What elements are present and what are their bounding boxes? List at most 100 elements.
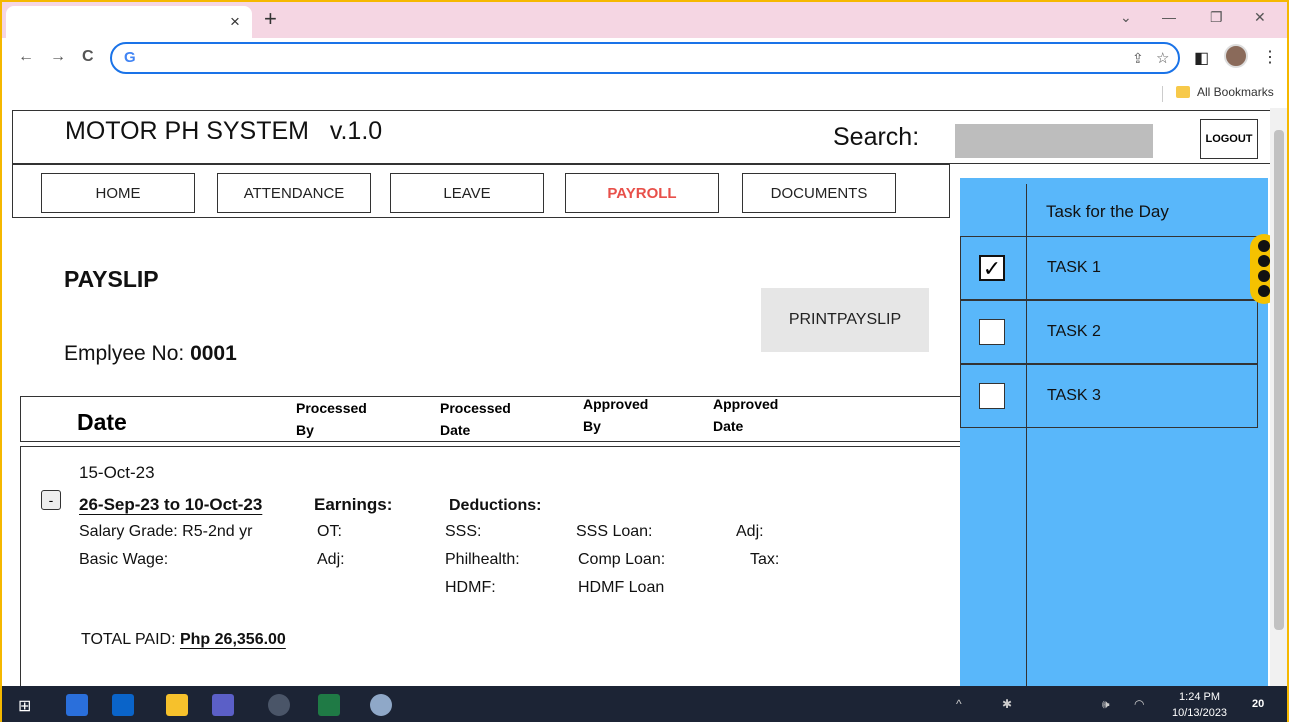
task-row[interactable]: TASK 3	[960, 364, 1258, 428]
earnings-adj-label: Adj:	[317, 551, 345, 568]
nav-home-button[interactable]: HOME	[41, 173, 195, 213]
teams-icon[interactable]	[212, 694, 234, 716]
payslip-table-header: Date Processed By Processed Date Approve…	[20, 396, 962, 442]
employee-value: 0001	[190, 342, 237, 365]
philhealth-label: Philhealth:	[445, 551, 520, 568]
task-panel: Task for the Day ✓ TASK 1 TASK 2 TASK 3	[960, 178, 1268, 686]
browser-tab[interactable]: ×	[6, 6, 252, 38]
sticky-notes-icon[interactable]	[166, 694, 188, 716]
entry-date: 15-Oct-23	[79, 463, 155, 482]
tab-search-icon[interactable]: ⌄	[1120, 9, 1132, 26]
search-input[interactable]	[955, 124, 1153, 158]
windows-start-icon[interactable]: ⊞	[18, 696, 31, 716]
close-window-icon[interactable]: ✕	[1254, 9, 1266, 26]
forward-icon[interactable]: →	[50, 48, 66, 66]
chrome-icon[interactable]	[268, 694, 290, 716]
task-label: TASK 3	[1047, 387, 1101, 404]
share-icon[interactable]: ⇪	[1132, 50, 1144, 67]
hdmf-loan-label: HDMF Loan	[578, 579, 665, 596]
print-payslip-button[interactable]: PRINT PAYSLIP	[761, 288, 929, 352]
total-paid-label: TOTAL PAID:	[81, 631, 180, 648]
new-tab-icon[interactable]: +	[264, 8, 277, 30]
taskbar: ⊞ ^ ✱ 🕪 ◠ 1:24 PM 10/13/2023 20	[2, 686, 1287, 722]
restore-icon[interactable]: ❐	[1210, 9, 1223, 26]
folder-icon	[1176, 86, 1190, 98]
scrollbar-thumb[interactable]	[1274, 130, 1284, 630]
sss-loan-label: SSS Loan:	[576, 523, 653, 540]
clock-date: 10/13/2023	[1172, 707, 1228, 719]
file-explorer-icon[interactable]	[66, 694, 88, 716]
column-processed-date: Processed Date	[440, 397, 511, 441]
task-checkbox[interactable]	[979, 383, 1005, 409]
task-row[interactable]: ✓ TASK 1	[960, 236, 1258, 300]
volume-icon[interactable]: 🕪	[1102, 697, 1110, 712]
search-label: Search:	[833, 123, 920, 151]
paint-icon[interactable]	[370, 694, 392, 716]
nav-leave-button[interactable]: LEAVE	[390, 173, 544, 213]
address-bar[interactable]: G ⇪ ☆	[110, 42, 1180, 74]
outlook-icon[interactable]	[112, 694, 134, 716]
nav-documents-button[interactable]: DOCUMENTS	[742, 173, 896, 213]
google-icon: G	[124, 49, 136, 66]
collapse-button[interactable]: -	[41, 490, 61, 510]
employee-number: Emplyee No: 0001	[64, 342, 237, 366]
app-header: MOTOR PH SYSTEM v.1.0 Search: LOGOUT	[12, 110, 1278, 164]
column-label: Processed	[296, 400, 367, 416]
pay-period: 26-Sep-23 to 10-Oct-23	[79, 495, 263, 514]
all-bookmarks-link[interactable]: All Bookmarks	[1197, 85, 1274, 99]
dot	[1258, 240, 1270, 252]
system-clock[interactable]: 1:24 PM 10/13/2023	[1172, 689, 1227, 721]
browser-window: × + ⌄ — ❐ ✕ ← → C G ⇪ ☆ ◧ ⋮ All Bookmark…	[0, 0, 1289, 722]
total-paid-value: Php 26,356.00	[179, 631, 286, 648]
column-label: Processed	[440, 400, 511, 416]
notification-badge[interactable]: 20	[1252, 698, 1264, 710]
deductions-label: Deductions:	[449, 497, 542, 514]
column-processed-by: Processed By	[296, 397, 367, 441]
print-label-2: PAYSLIP	[836, 311, 902, 328]
dot	[1258, 285, 1270, 297]
basic-wage-label: Basic Wage:	[79, 551, 169, 568]
column-approved-by: Approved By	[583, 393, 648, 437]
task-panel-title: Task for the Day	[1046, 202, 1169, 221]
nav-payroll-button[interactable]: PAYROLL	[565, 173, 719, 213]
minimize-icon[interactable]: —	[1162, 9, 1176, 25]
tab-close-icon[interactable]: ×	[230, 12, 240, 32]
app-title: MOTOR PH SYSTEM v.1.0	[65, 117, 383, 145]
column-label: Approved	[583, 396, 649, 412]
task-row[interactable]: TASK 2	[960, 300, 1258, 364]
profile-avatar[interactable]	[1224, 44, 1248, 68]
bluetooth-icon[interactable]: ✱	[1002, 697, 1012, 711]
dot	[1258, 255, 1270, 267]
page-scrollbar[interactable]	[1270, 108, 1287, 686]
excel-icon[interactable]	[318, 694, 340, 716]
payslip-entry: 15-Oct-23 - 26-Sep-23 to 10-Oct-23 Salar…	[20, 446, 962, 686]
column-label: Date	[713, 418, 744, 434]
earnings-label: Earnings:	[314, 495, 393, 514]
total-paid: TOTAL PAID: Php 26,356.00	[81, 631, 286, 649]
column-label: By	[583, 418, 601, 434]
reload-icon[interactable]: C	[82, 48, 94, 66]
menu-kebab-icon[interactable]: ⋮	[1262, 47, 1278, 67]
salary-grade: Salary Grade: R5-2nd yr	[79, 523, 253, 540]
nav-attendance-button[interactable]: ATTENDANCE	[217, 173, 371, 213]
column-date: Date	[77, 409, 127, 435]
column-label: Date	[440, 422, 471, 438]
logout-button[interactable]: LOGOUT	[1200, 119, 1258, 159]
tray-chevron-icon[interactable]: ^	[956, 697, 962, 711]
page-content: MOTOR PH SYSTEM v.1.0 Search: LOGOUT HOM…	[2, 108, 1287, 686]
back-icon[interactable]: ←	[18, 48, 34, 66]
hdmf-label: HDMF:	[445, 579, 496, 596]
side-panel-icon[interactable]: ◧	[1194, 48, 1209, 68]
bookmark-star-icon[interactable]: ☆	[1156, 49, 1169, 67]
task-checkbox[interactable]: ✓	[979, 255, 1005, 281]
column-approved-date: Approved Date	[713, 393, 778, 437]
task-label: TASK 1	[1047, 259, 1101, 276]
sss-label: SSS:	[445, 523, 482, 540]
task-checkbox[interactable]	[979, 319, 1005, 345]
print-label-1: PRINT	[788, 311, 837, 328]
wifi-icon[interactable]: ◠	[1134, 697, 1144, 711]
bookmarks-bar: All Bookmarks	[2, 80, 1287, 108]
tax-label: Tax:	[750, 551, 780, 568]
task-label: TASK 2	[1047, 323, 1101, 340]
dot	[1258, 270, 1270, 282]
